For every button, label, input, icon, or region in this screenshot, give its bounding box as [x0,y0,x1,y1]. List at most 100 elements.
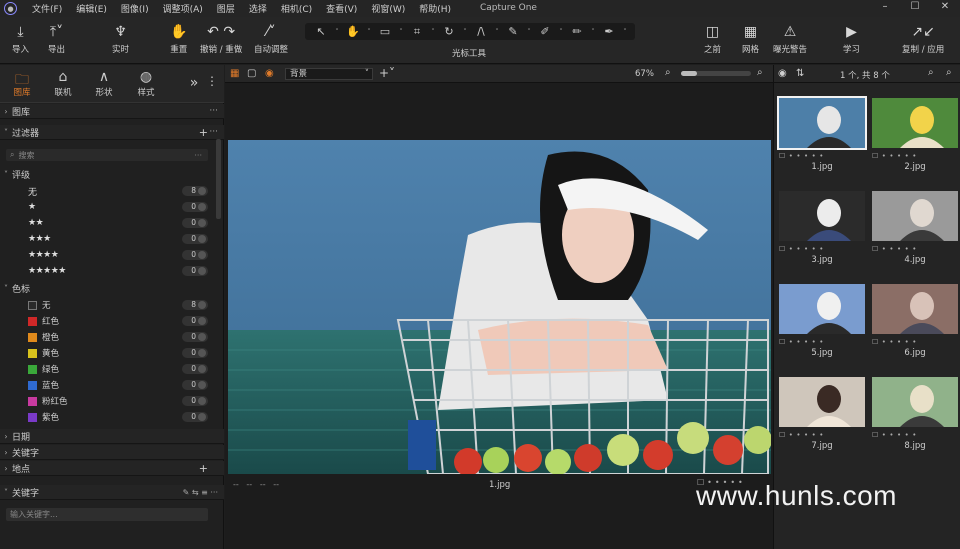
eraser-icon[interactable]: ✐ [533,25,557,38]
tab-library[interactable]: 🗀 图库 [2,69,42,98]
menu-help[interactable]: 帮助(H) [412,2,458,15]
select-cursor-icon[interactable]: ↖ [309,25,333,38]
more-icon[interactable]: ··· [209,127,218,137]
export-button[interactable]: ⤒˅ 导出 [48,23,65,55]
tab-tether[interactable]: ⌂ 联机 [43,69,83,98]
keystone-icon[interactable]: /\ [469,25,493,38]
loupe-icon[interactable]: ▭ [373,25,397,38]
color-tag-row[interactable]: 红色 0 [0,313,212,329]
zoom-out-icon[interactable]: ⌕ [665,67,671,78]
menu-edit[interactable]: 编辑(E) [69,2,114,15]
thumbnail-image[interactable] [872,191,958,241]
rating-row[interactable]: ★★★ 0 [0,231,212,247]
copy-apply-button[interactable]: ↗↙ 复制 / 应用 [902,23,944,55]
single-view-icon[interactable]: ▢ [247,68,256,79]
minimize-button[interactable]: – [870,1,900,16]
thumbnail-rating-dots[interactable]: ☐••••• [872,338,958,346]
menu-select[interactable]: 选择 [242,2,274,15]
color-tag-row[interactable]: 橙色 0 [0,329,212,345]
reset-button[interactable]: ✋ 重置 [170,23,187,55]
location-section-header[interactable]: › 地点 + [0,461,224,476]
filters-section-header[interactable]: ˅ 过滤器 + ··· [0,125,224,140]
grid-button[interactable]: ▦ 网格 [742,23,759,55]
more-tabs-icon[interactable]: » [184,75,204,91]
filter-search-input[interactable]: ⌕ 搜索 ··· [6,149,208,161]
thumbnail-rating-dots[interactable]: ☐••••• [779,245,865,253]
rating-row[interactable]: 无8 [0,183,212,199]
zoom-slider[interactable] [681,71,751,76]
thumbnail-rating-dots[interactable]: ☐••••• [872,431,958,439]
menu-adjustments[interactable]: 调整项(A) [156,2,210,15]
rotate-icon[interactable]: ↻ [437,25,461,38]
auto-adjust-button[interactable]: ⁄˅ 自动调整 [254,23,288,55]
thumbnail-rating-dots[interactable]: ☐••••• [872,245,958,253]
add-layer-icon[interactable]: +˅ [379,66,395,80]
add-filter-icon[interactable]: + [199,126,208,139]
more-icon[interactable]: ··· [209,106,218,116]
sort-icon[interactable]: ⇅ [796,68,804,79]
tab-shape[interactable]: ∧ 形状 [84,69,124,98]
pan-hand-icon[interactable]: ✋ [341,25,365,38]
menu-camera[interactable]: 相机(C) [274,2,319,15]
thumbnail-rating-dots[interactable]: ☐••••• [779,431,865,439]
layer-select[interactable]: 背景 ˅ [285,68,373,80]
exposure-warning-button[interactable]: ⚠ 曝光警告 [773,23,807,55]
menu-image[interactable]: 图像(I) [114,2,156,15]
color-tag-header[interactable]: ˅ 色标 [0,281,224,296]
rating-header[interactable]: ˅ 评级 [0,167,224,182]
brush-icon[interactable]: ✎ [501,25,525,38]
thumbnail-image[interactable] [779,377,865,427]
thumbnail-image[interactable] [779,284,865,334]
grid-view-icon[interactable]: ▦ [230,68,239,79]
show-mask-icon[interactable]: ◉ [265,68,274,79]
crop-icon[interactable]: ⌗ [405,25,429,39]
eye-icon[interactable]: ◉ [778,68,787,79]
thumbnail-image[interactable] [779,191,865,241]
search-options-icon[interactable]: ··· [194,151,202,160]
rating-row[interactable]: ★ 0 [0,199,212,215]
color-tag-row[interactable]: 紫色 0 [0,409,212,425]
keyword-section-header[interactable]: › 关键字 [0,445,224,460]
menu-view[interactable]: 查看(V) [319,2,364,15]
color-tag-row[interactable]: 黄色 0 [0,345,212,361]
keywords-panel-header[interactable]: ˅ 关键字 ✎ ⇆ ≡ ··· [0,485,224,500]
import-button[interactable]: ⤓ 导入 [12,23,29,55]
date-section-header[interactable]: › 日期 [0,429,224,444]
before-button[interactable]: ◫ 之前 [704,23,721,55]
thumbnail-image[interactable] [872,284,958,334]
tabs-menu-icon[interactable]: ⋮ [204,74,220,88]
keyword-tools-icon[interactable]: ✎ ⇆ ≡ ··· [183,488,218,497]
thumbnail-rating-dots[interactable]: ☐••••• [779,152,865,160]
rating-row[interactable]: ★★★★★ 0 [0,263,212,279]
thumbnail-image[interactable] [872,98,958,148]
keyword-input[interactable]: 输入关键字... [6,508,208,521]
zoom-icon[interactable]: ⌕ [946,67,952,78]
annotate-icon[interactable]: ✏ [565,25,589,38]
thumbnail-image[interactable] [872,377,958,427]
undo-redo-button[interactable]: ↶ ↷ 撤销 / 重做 [200,23,242,55]
maximize-button[interactable]: ☐ [900,1,930,16]
color-tag-row[interactable]: 绿色 0 [0,361,212,377]
add-location-icon[interactable]: + [199,462,208,475]
learn-button[interactable]: ▶ 学习 [843,23,860,55]
zoom-in-icon[interactable]: ⌕ [757,67,763,78]
scrollbar-thumb[interactable] [216,139,221,219]
color-tag-row[interactable]: 蓝色 0 [0,377,212,393]
menu-window[interactable]: 视窗(W) [364,2,412,15]
thumbnail-rating-dots[interactable]: ☐••••• [779,338,865,346]
menu-layers[interactable]: 图层 [210,2,242,15]
library-section-header[interactable]: › 图库 ··· [0,104,224,119]
color-tag-row[interactable]: 无8 [0,297,212,313]
picker-icon[interactable]: ✒ [597,25,621,38]
thumbnail-image[interactable] [777,96,867,150]
tab-style[interactable]: ◍ 样式 [126,69,166,98]
close-button[interactable]: ✕ [930,1,960,16]
rating-row[interactable]: ★★ 0 [0,215,212,231]
thumbnail-rating-dots[interactable]: ☐••••• [872,152,958,160]
rating-row[interactable]: ★★★★ 0 [0,247,212,263]
main-photo[interactable] [228,140,771,474]
live-button[interactable]: ♆ 实时 [112,23,129,55]
menu-file[interactable]: 文件(F) [25,2,69,15]
color-tag-row[interactable]: 粉红色 0 [0,393,212,409]
search-icon[interactable]: ⌕ [928,67,934,78]
